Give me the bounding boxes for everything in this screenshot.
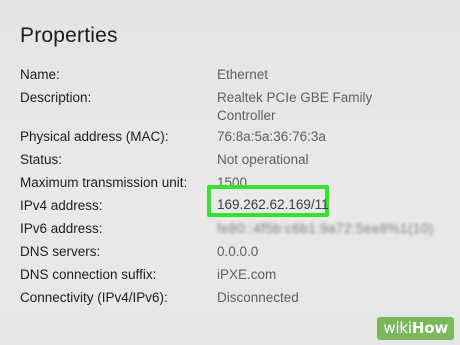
property-value: Disconnected [217, 290, 299, 305]
property-label: DNS connection suffix: [20, 267, 157, 282]
property-row-name: Name: Ethernet [20, 66, 450, 86]
property-label: Physical address (MAC): [20, 129, 169, 144]
property-label: Description: [20, 90, 92, 105]
ipv4-address-value: 169.262.62.169/11 [217, 197, 329, 212]
property-value: iPXE.com [217, 267, 277, 282]
property-label: Name: [20, 67, 60, 82]
property-label: IPv4 address: [20, 198, 103, 213]
property-row-dns-servers: DNS servers: 0.0.0.0 [20, 243, 450, 263]
property-value-blurred: fe80::4f5b:c6b1:9a72:5ee8%1(10) [217, 221, 434, 236]
page-title: Properties [20, 24, 118, 47]
property-value: 0.0.0.0 [217, 244, 259, 259]
property-row-ipv6: IPv6 address: fe80::4f5b:c6b1:9a72:5ee8%… [20, 220, 450, 240]
property-value-line2: Controller [217, 108, 276, 123]
property-value: Ethernet [217, 67, 269, 82]
property-row-dns-suffix: DNS connection suffix: iPXE.com [20, 266, 450, 286]
properties-panel: Properties Name: Ethernet Description: R… [0, 0, 460, 345]
property-label: Connectivity (IPv4/IPv6): [20, 290, 168, 305]
property-row-description: Description: Realtek PCIe GBE Family Con… [20, 89, 450, 123]
property-label: Status: [20, 152, 63, 167]
property-row-mac: Physical address (MAC): 76:8a:5a:36:76:3… [20, 128, 450, 148]
property-label: DNS servers: [20, 244, 101, 259]
wikihow-logo: wikiHow [377, 317, 454, 340]
property-value: Realtek PCIe GBE Family Controller [217, 89, 372, 125]
property-value-line1: Realtek PCIe GBE Family [217, 90, 373, 105]
logo-text-how: How [411, 319, 448, 337]
property-row-connectivity: Connectivity (IPv4/IPv6): Disconnected [20, 289, 450, 309]
property-value: Not operational [217, 152, 309, 167]
property-value: 76:8a:5a:36:76:3a [217, 129, 326, 144]
logo-text-wiki: wiki [383, 319, 412, 337]
property-label: IPv6 address: [20, 221, 103, 236]
property-label: Maximum transmission unit: [20, 175, 188, 190]
property-row-status: Status: Not operational [20, 151, 450, 171]
